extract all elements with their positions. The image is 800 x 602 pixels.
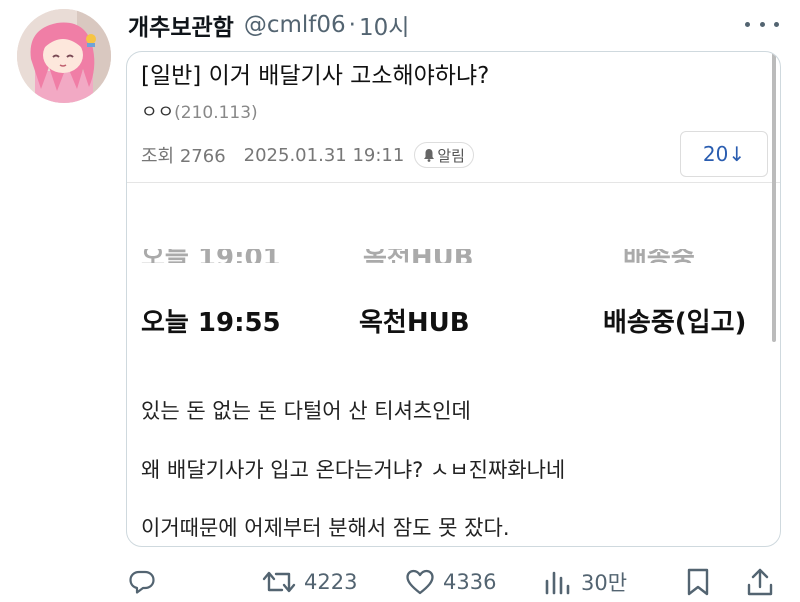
like-count: 4336 [443, 570, 497, 594]
divider [127, 182, 780, 183]
alarm-badge: 알림 [414, 142, 474, 168]
tracking-location: 옥천HUB [359, 308, 470, 338]
timestamp[interactable]: 10시 [359, 8, 409, 42]
share-icon [747, 568, 773, 596]
reply-button[interactable] [128, 560, 156, 602]
views-icon [545, 571, 570, 595]
tracking-row: 오늘 19:55 옥천HUB 배송중(입고) [141, 302, 766, 342]
retweet-count: 4223 [304, 570, 358, 594]
bookmark-icon [687, 568, 709, 596]
separator: · [348, 12, 356, 38]
tweet-header: 개추보관함 @cmlf06 · 10시 [128, 8, 409, 42]
attached-image[interactable]: [일반] 이거 배달기사 고소해야하냐? ㅇㅇ(210.113) 조회 2766… [126, 51, 781, 547]
cut-off-row: 오늘 19:01 옥천HUB 배송중 [141, 249, 761, 263]
views-label: 조회 2766 [141, 146, 226, 167]
views-button[interactable]: 30만 [543, 560, 627, 602]
retweet-button[interactable]: 4223 [262, 560, 357, 602]
bookmark-button[interactable] [686, 560, 710, 602]
body-line: 왜 배달기사가 입고 온다는거냐? ㅅㅂ진짜화나네 [141, 458, 566, 482]
display-name[interactable]: 개추보관함 [128, 8, 234, 42]
views-count: 30만 [581, 571, 628, 595]
action-bar: 4223 4336 30만 [0, 560, 800, 602]
retweet-icon [262, 571, 296, 593]
body-line: 이거때문에 어제부터 분해서 잠도 못 잤다. [141, 516, 510, 540]
alarm-label: 알림 [437, 146, 465, 165]
scrollbar [772, 52, 776, 342]
tracking-status: 배송중(입고) [603, 308, 747, 338]
like-icon [406, 569, 434, 595]
avatar-image [17, 9, 111, 103]
bell-icon [424, 149, 435, 162]
like-button[interactable]: 4336 [405, 560, 496, 602]
handle[interactable]: @cmlf06 [244, 12, 346, 38]
recommend-count: 20↓ [680, 131, 768, 177]
tracking-time: 오늘 19:55 [141, 308, 281, 338]
author-ip: (210.113) [174, 103, 258, 123]
post-title: [일반] 이거 배달기사 고소해야하냐? [141, 63, 490, 89]
cut-status: 배송중 [623, 249, 695, 263]
post-datetime: 2025.01.31 19:11 [243, 144, 405, 166]
body-line: 있는 돈 없는 돈 다털어 산 티셔츠인데 [141, 399, 471, 423]
avatar[interactable] [17, 9, 111, 103]
post-author: ㅇㅇ(210.113) [141, 98, 258, 124]
post-meta: 조회 2766 2025.01.31 19:11 알림 [141, 141, 474, 169]
reply-icon [129, 570, 155, 594]
author-name: ㅇㅇ [141, 102, 175, 123]
share-button[interactable] [746, 560, 774, 602]
more-icon[interactable] [745, 14, 779, 34]
cut-time: 오늘 19:01 [141, 249, 281, 263]
cut-location: 옥천HUB [363, 249, 474, 263]
